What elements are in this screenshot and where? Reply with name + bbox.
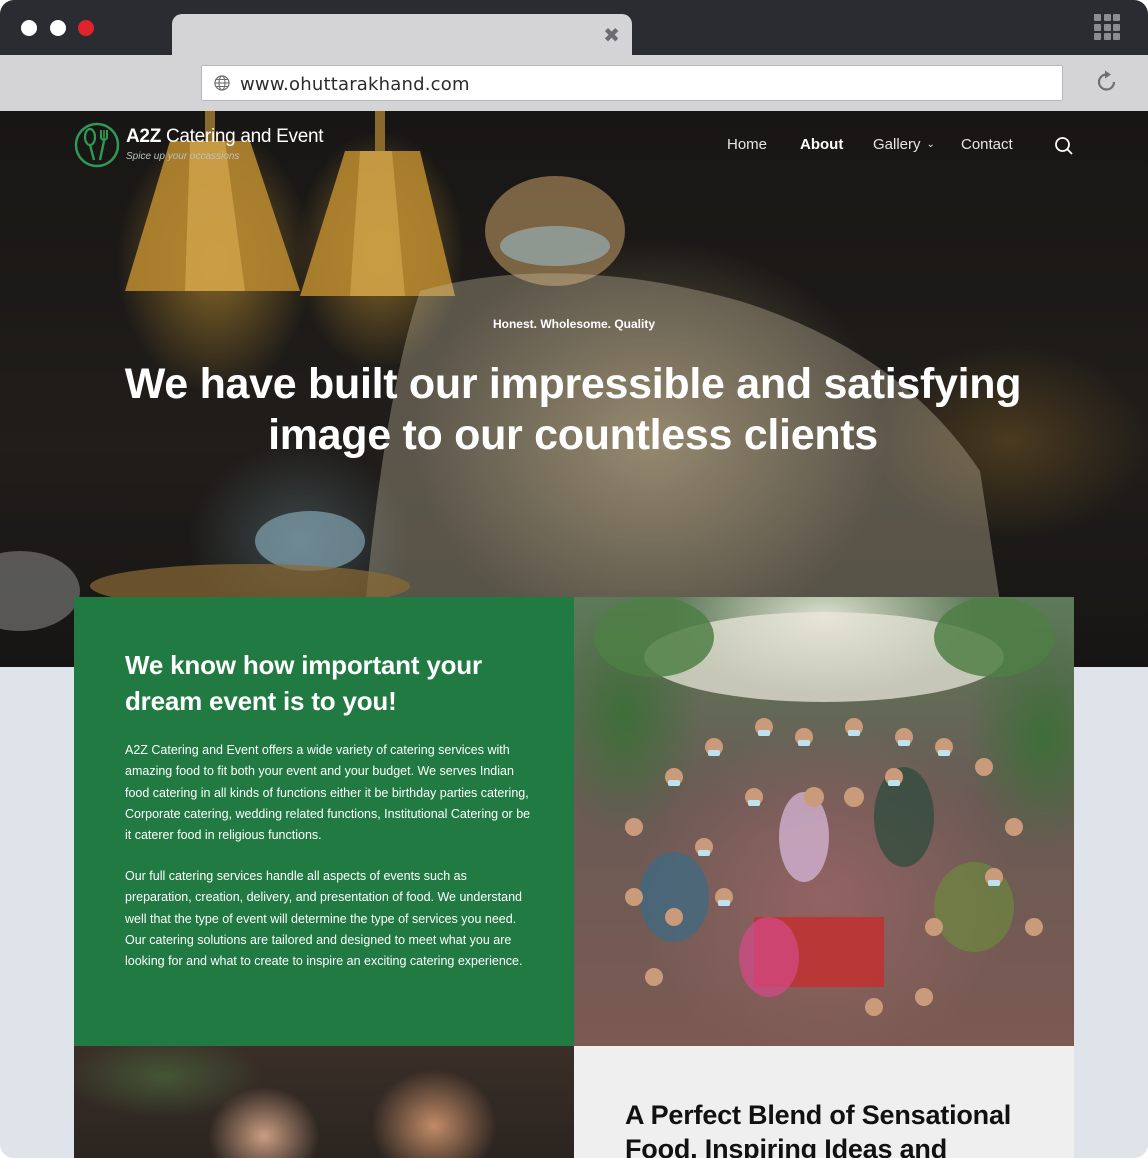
logo-spoon-fork-icon	[74, 122, 120, 168]
chevron-down-icon: ⌄	[926, 139, 935, 150]
window-minimize-dot[interactable]	[50, 20, 66, 36]
apps-grid-icon[interactable]	[1094, 14, 1120, 40]
hero-headline-line1: We have built our impressible and satisf…	[124, 360, 1022, 408]
logo-title: A2Z Catering and Event	[126, 126, 324, 147]
reload-icon[interactable]	[1094, 69, 1120, 95]
browser-titlebar: ✖	[0, 0, 1148, 55]
tab-close-icon[interactable]: ✖	[603, 23, 620, 47]
hero-kicker: Honest. Wholesome. Quality	[492, 317, 656, 331]
intro-paragraph-1: A2Z Catering and Event offers a wide var…	[125, 743, 531, 843]
blend-heading: A Perfect Blend of Sensational Food, Ins…	[625, 1100, 1012, 1158]
browser-tab[interactable]: ✖	[172, 14, 632, 55]
blend-section: A Perfect Blend of Sensational Food, Ins…	[574, 1046, 1074, 1158]
search-icon[interactable]	[1054, 136, 1074, 156]
browser-window: ✖ www.ohuttarakhand.com A2Z Catering and…	[0, 0, 1148, 1158]
event-photo-crowd	[594, 597, 1054, 1016]
window-close-dot[interactable]	[21, 20, 37, 36]
nav-gallery[interactable]: Gallery ⌄	[873, 136, 935, 153]
nav-gallery-label: Gallery	[873, 136, 921, 153]
globe-icon	[214, 75, 230, 91]
address-bar[interactable]: www.ohuttarakhand.com	[201, 65, 1063, 101]
hero-headline: We have built our impressible and satisf…	[100, 359, 1046, 461]
nav-contact[interactable]: Contact	[961, 136, 1013, 153]
nav-about[interactable]: About	[800, 136, 843, 153]
intro-heading: We know how important your dream event i…	[125, 650, 482, 716]
web-page: A2Z Catering and Event Spice up your occ…	[0, 111, 1148, 1158]
window-maximize-dot[interactable]	[78, 20, 94, 36]
intro-card: We know how important your dream event i…	[74, 597, 574, 1046]
event-photo	[574, 597, 1074, 1046]
hero-headline-line2: image to our countless clients	[268, 411, 878, 459]
intro-paragraph-2: Our full catering services handle all as…	[125, 869, 523, 969]
hero-section: A2Z Catering and Event Spice up your occ…	[0, 111, 1148, 667]
url-text[interactable]: www.ohuttarakhand.com	[240, 74, 470, 95]
nav-home[interactable]: Home	[727, 136, 767, 153]
logo-tagline: Spice up your occassions	[126, 151, 240, 162]
browser-toolbar: www.ohuttarakhand.com	[0, 55, 1148, 111]
dining-photo	[74, 1046, 574, 1158]
